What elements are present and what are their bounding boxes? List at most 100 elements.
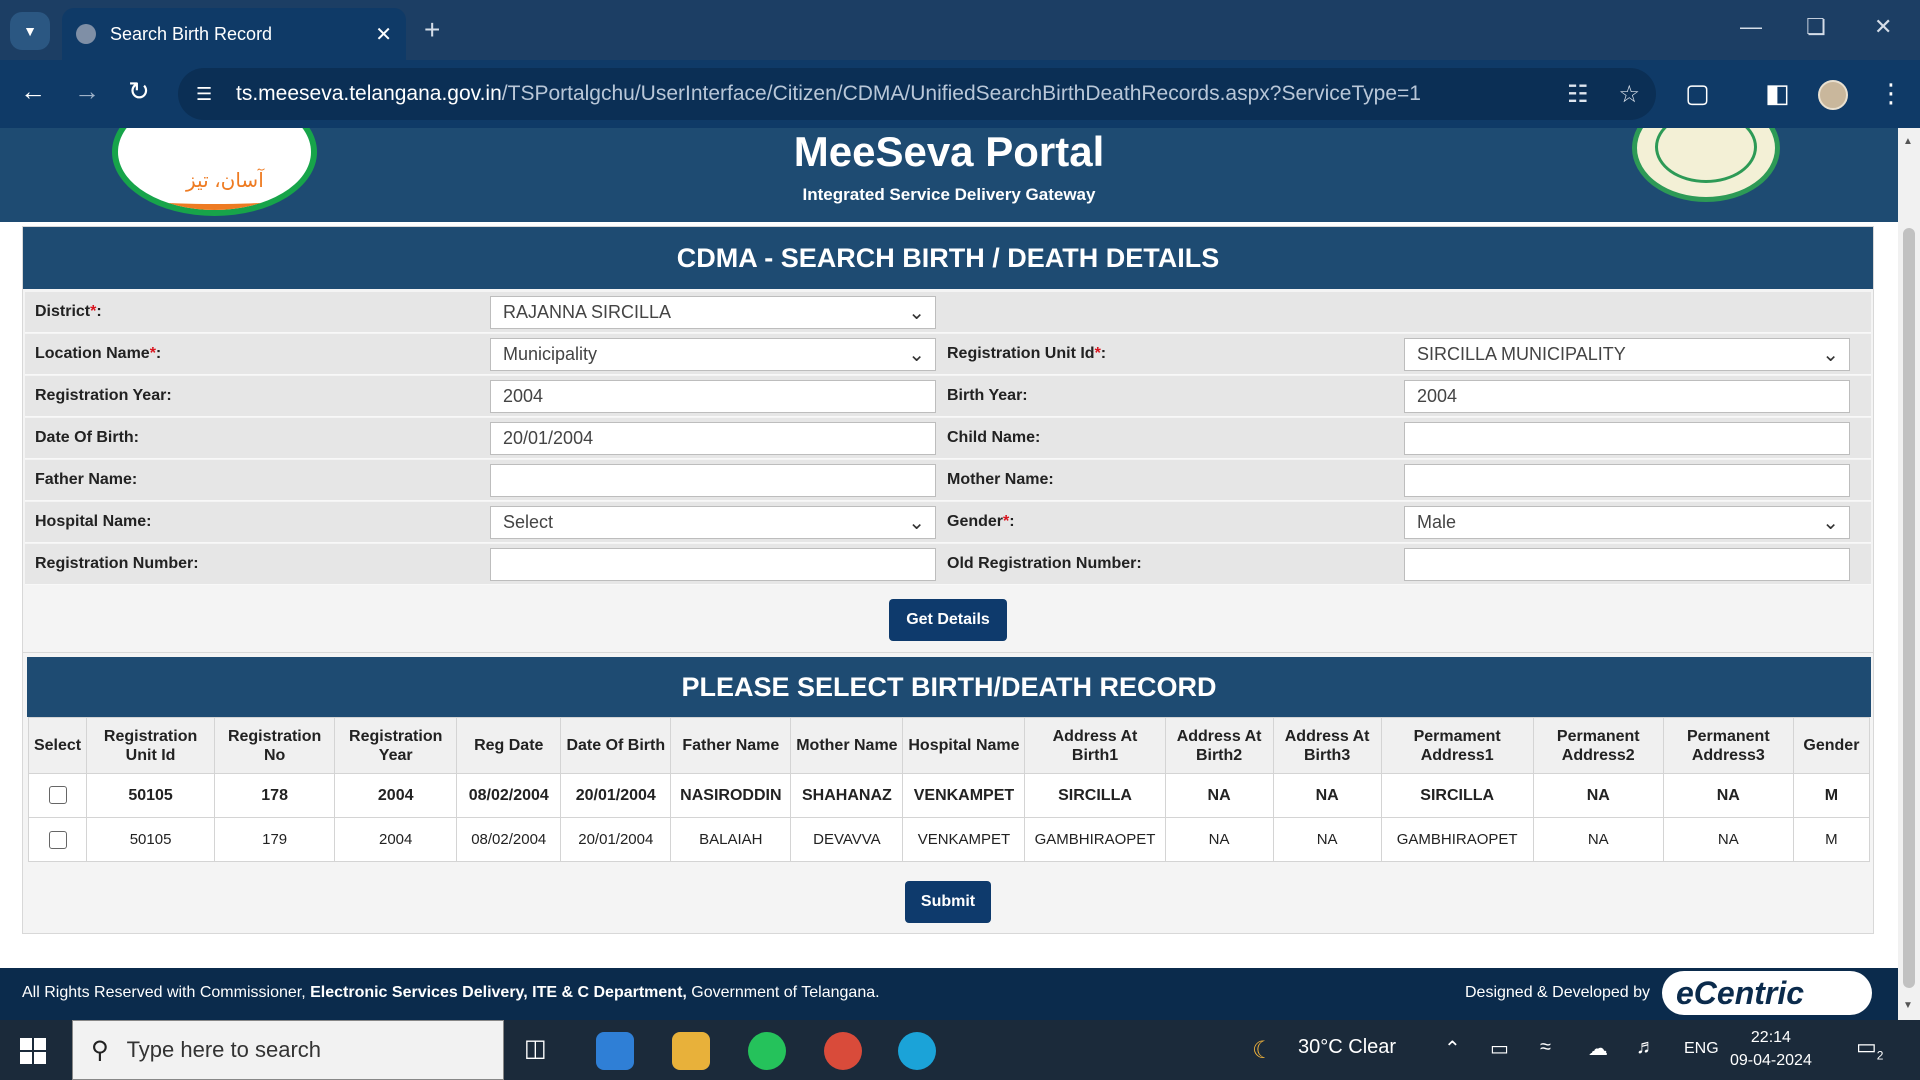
weather-text[interactable]: 30°C Clear (1298, 1036, 1396, 1059)
form-row-parents: Father Name: Mother Name: (25, 460, 1871, 501)
location-name-label: Location Name*: (35, 345, 162, 362)
table-cell: 20/01/2004 (560, 817, 672, 862)
volume-icon[interactable]: ♬ (1636, 1036, 1656, 1059)
table-cell: 08/02/2004 (456, 773, 562, 818)
gender-value: Male (1417, 512, 1457, 532)
store-icon[interactable] (596, 1032, 634, 1070)
minimize-icon[interactable]: — (1740, 14, 1762, 40)
form-row-hospital: Hospital Name: Select ⌄ Gender*: Male ⌄ (25, 502, 1871, 543)
select-cell (27, 817, 88, 862)
father-name-input[interactable] (490, 464, 936, 497)
chrome-icon[interactable] (824, 1032, 862, 1070)
portal-title: MeeSeva Portal (793, 128, 1105, 175)
table-cell: M (1792, 817, 1871, 862)
reload-icon[interactable]: ↻ (128, 76, 150, 106)
ecentric-logo: eCentric (1662, 971, 1872, 1015)
scroll-up-icon[interactable]: ▲ (1903, 136, 1913, 147)
star-icon[interactable]: ☆ (1618, 80, 1640, 109)
registration-unit-id-value: SIRCILLA MUNICIPALITY (1417, 344, 1626, 364)
address-bar[interactable]: ☰ ts.meeseva.telangana.gov.in/TSPortalgc… (178, 68, 1656, 120)
required-mark: * (90, 303, 97, 320)
close-window-icon[interactable]: ✕ (1874, 14, 1892, 40)
notification-icon[interactable]: ▭2 (1856, 1034, 1883, 1062)
birth-year-input[interactable]: 2004 (1404, 380, 1850, 413)
scroll-down-icon[interactable]: ▼ (1903, 1000, 1913, 1011)
table-cell: NA (1164, 773, 1274, 818)
tune-icon[interactable]: ☰ (196, 84, 224, 105)
required-mark: * (149, 345, 156, 362)
tab-search-button[interactable]: ▼ (10, 12, 50, 50)
sidepanel-icon[interactable]: ◧ (1765, 78, 1790, 109)
profile-avatar[interactable] (1818, 80, 1848, 110)
table-cell: M (1792, 773, 1871, 818)
birth-year-label: Birth Year: (947, 387, 1028, 404)
extensions-icon[interactable]: ▢ (1685, 78, 1710, 109)
table-cell: 178 (214, 773, 336, 818)
plus-icon[interactable]: + (424, 14, 440, 46)
whatsapp-icon[interactable] (748, 1032, 786, 1070)
battery-icon[interactable]: ▭ (1490, 1036, 1509, 1061)
edge-icon[interactable] (898, 1032, 936, 1070)
form-row-dob: Date Of Birth: 20/01/2004 Child Name: (25, 418, 1871, 459)
gender-select[interactable]: Male ⌄ (1404, 506, 1850, 539)
table-cell: SIRCILLA (1380, 773, 1534, 818)
copyright-prefix: All Rights Reserved with Commissioner, (22, 984, 311, 1001)
chevron-up-icon[interactable]: ⌃ (1444, 1036, 1461, 1061)
restore-icon[interactable]: ❏ (1806, 14, 1826, 40)
table-cell: NA (1272, 773, 1382, 818)
registration-year-input[interactable]: 2004 (490, 380, 936, 413)
column-header: Mother Name (790, 717, 904, 774)
task-view-icon[interactable]: ◫ (524, 1034, 547, 1063)
forward-icon[interactable]: → (74, 76, 100, 106)
menu-icon[interactable]: ⋮ (1878, 78, 1904, 109)
file-explorer-icon[interactable] (672, 1032, 710, 1070)
location-name-select[interactable]: Municipality ⌄ (490, 338, 936, 371)
registration-number-label: Registration Number: (35, 555, 199, 572)
hospital-name-select[interactable]: Select ⌄ (490, 506, 936, 539)
chevron-down-icon: ⌄ (1822, 512, 1839, 534)
form-row-district: District*: RAJANNA SIRCILLA ⌄ (25, 292, 1871, 333)
language-indicator[interactable]: ENG (1684, 1040, 1719, 1058)
vertical-scrollbar[interactable]: ▲ ▼ (1898, 128, 1920, 1020)
taskbar-clock[interactable]: 22:14 09-04-2024 (1730, 1026, 1812, 1072)
cloud-icon[interactable]: ☁ (1588, 1036, 1608, 1061)
record-checkbox[interactable] (48, 830, 67, 849)
form-row-regno: Registration Number: Old Registration Nu… (25, 544, 1871, 585)
close-icon[interactable]: ✕ (375, 22, 392, 47)
record-checkbox[interactable] (48, 786, 67, 805)
column-header: Select (27, 717, 88, 774)
get-details-button[interactable]: Get Details (889, 599, 1007, 641)
required-mark: * (1003, 513, 1010, 530)
browser-tab[interactable]: Search Birth Record ✕ (62, 8, 406, 60)
translate-icon[interactable]: ☷ (1567, 80, 1589, 109)
back-icon[interactable]: ← (20, 76, 46, 106)
submit-button[interactable]: Submit (905, 881, 991, 923)
records-table: Select Registration Unit Id Registration… (27, 717, 1871, 862)
wifi-icon[interactable]: ≈ (1540, 1036, 1551, 1059)
child-name-input[interactable] (1404, 422, 1850, 455)
mother-name-label: Mother Name: (947, 471, 1054, 488)
table-row[interactable]: 50105 178 2004 08/02/2004 20/01/2004 NAS… (27, 773, 1871, 818)
table-row[interactable]: 50105 179 2004 08/02/2004 20/01/2004 BAL… (27, 817, 1871, 862)
column-header: Permament Address1 (1380, 717, 1534, 774)
column-header: Address At Birth1 (1024, 717, 1166, 774)
date-of-birth-input[interactable]: 20/01/2004 (490, 422, 936, 455)
old-registration-number-input[interactable] (1404, 548, 1850, 581)
registration-number-input[interactable] (490, 548, 936, 581)
clock-time: 22:14 (1750, 1029, 1791, 1046)
url-host: ts.meeseva.telangana.gov.in (236, 82, 502, 105)
column-header: Date Of Birth (560, 717, 672, 774)
table-cell: 50105 (86, 773, 216, 818)
column-header: Registration Unit Id (86, 717, 216, 774)
table-cell: VENKAMPET (902, 773, 1026, 818)
column-header: Address At Birth3 (1272, 717, 1382, 774)
table-cell: NA (1532, 817, 1664, 862)
mother-name-input[interactable] (1404, 464, 1850, 497)
copyright-department: Electronic Services Delivery, ITE & C De… (310, 984, 687, 1001)
taskbar-search[interactable]: ⚲ Type here to search (72, 1020, 504, 1080)
scrollbar-thumb[interactable] (1903, 228, 1915, 988)
registration-unit-id-select[interactable]: SIRCILLA MUNICIPALITY ⌄ (1404, 338, 1850, 371)
copyright-text: All Rights Reserved with Commissioner, E… (22, 984, 880, 1002)
district-select[interactable]: RAJANNA SIRCILLA ⌄ (490, 296, 936, 329)
windows-start-icon[interactable] (20, 1038, 46, 1064)
